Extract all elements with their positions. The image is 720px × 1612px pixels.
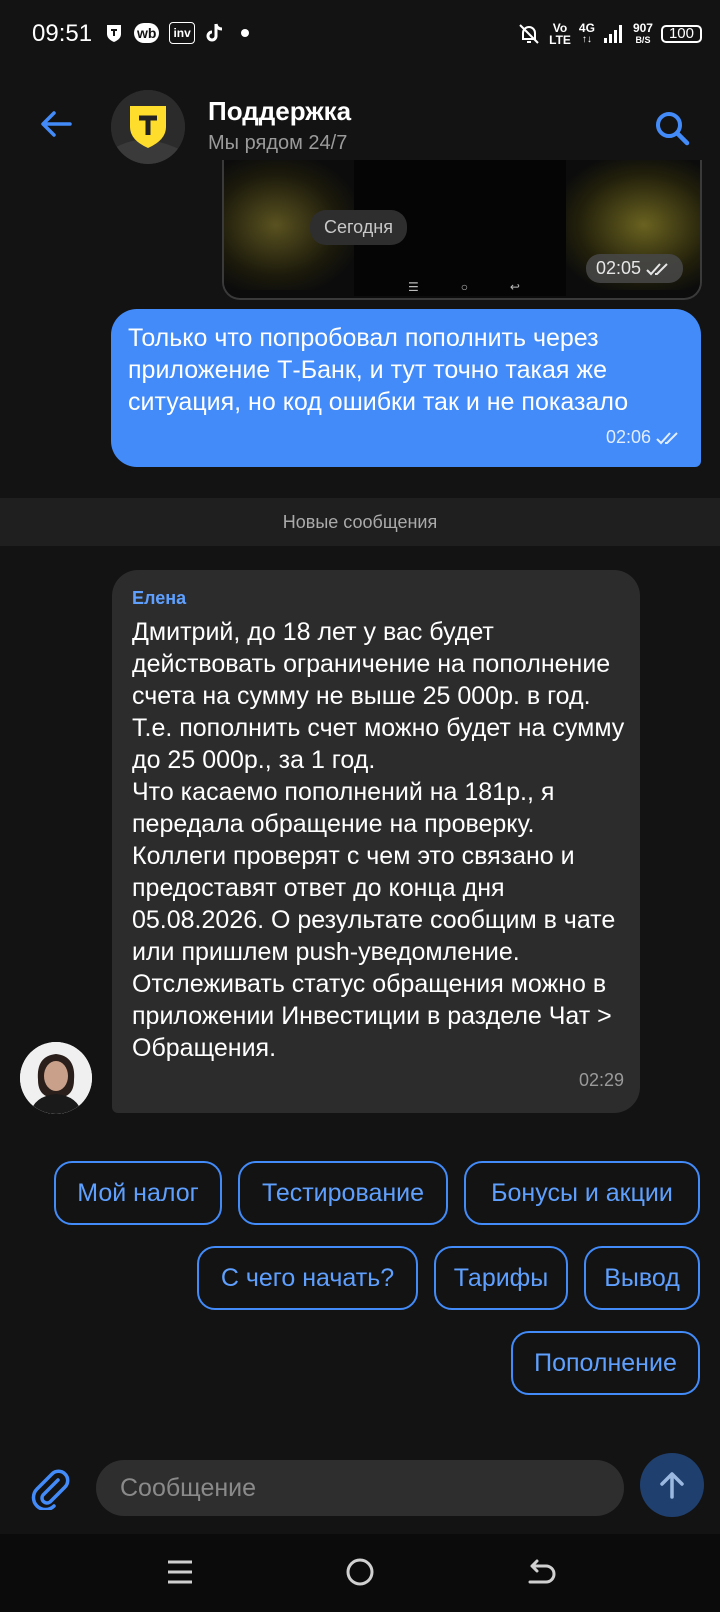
support-avatar[interactable]: [111, 90, 185, 164]
inv-app-icon: inv: [169, 22, 195, 44]
agent-photo: [20, 1042, 92, 1114]
chat-title: Поддержка: [208, 96, 352, 126]
outgoing-message-text: Только что попробовал пополнить через пр…: [128, 324, 629, 416]
image-message-time: 02:05: [586, 254, 684, 283]
notification-icons: wb inv: [104, 22, 249, 44]
network-speed: 907 B/S: [632, 21, 653, 45]
arrow-up-icon: [660, 1472, 684, 1499]
signal-icon: [603, 25, 622, 43]
status-time: 09:51: [32, 20, 93, 47]
new-messages-label: Новые сообщения: [282, 511, 438, 532]
message-sender: Елена: [132, 588, 187, 608]
message-input-placeholder: Сообщение: [120, 1473, 257, 1502]
quick-reply-bonuses[interactable]: Бонусы и акции: [464, 1161, 700, 1225]
outgoing-message[interactable]: Только что попробовал пополнить через пр…: [111, 309, 701, 467]
quick-reply-top-up[interactable]: Пополнение: [511, 1331, 700, 1395]
network-type: 4G ↑↓: [578, 21, 595, 45]
quick-reply-testing[interactable]: Тестирование: [238, 1161, 448, 1225]
volte-indicator: Vo LTE: [549, 21, 571, 47]
status-bar: 09:51 wb inv Vo LTE 4G ↑↓ 907 B/S 100: [0, 0, 720, 72]
incoming-message[interactable]: Елена Дмитрий, до 18 лет у вас будет дей…: [112, 570, 640, 1113]
double-check-icon: [646, 262, 668, 275]
agent-avatar[interactable]: [20, 1042, 92, 1114]
incoming-message-time: 02:29: [578, 1070, 624, 1090]
tiktok-icon: [206, 23, 222, 42]
tbank-logo-icon: [111, 90, 185, 164]
quick-reply-tariffs[interactable]: Тарифы: [434, 1246, 568, 1310]
search-icon[interactable]: [652, 108, 692, 148]
bell-off-icon: [519, 24, 539, 44]
quick-reply-withdraw[interactable]: Вывод: [584, 1246, 700, 1310]
thumbnail-nav-bar: ☰ ○ ↩: [408, 280, 520, 294]
shield-app-icon: [107, 25, 121, 42]
message-input[interactable]: Сообщение: [96, 1460, 624, 1516]
back-nav-icon[interactable]: [520, 1552, 560, 1592]
home-icon[interactable]: [340, 1552, 380, 1592]
double-check-icon: [656, 431, 678, 444]
quick-reply-getting-started[interactable]: С чего начать?: [197, 1246, 418, 1310]
system-navigation-bar: [0, 1534, 720, 1612]
paperclip-icon[interactable]: [28, 1466, 72, 1510]
outgoing-message-time: 02:06: [606, 427, 683, 448]
new-messages-divider: Новые сообщения: [0, 498, 720, 546]
incoming-message-text: Дмитрий, до 18 лет у вас будет действова…: [132, 618, 625, 1062]
date-divider-pill: Сегодня: [310, 210, 407, 245]
send-button[interactable]: [640, 1453, 704, 1517]
more-notifications-dot: [240, 29, 249, 37]
wb-app-icon: wb: [134, 23, 160, 43]
back-arrow-icon[interactable]: [36, 104, 76, 144]
battery-icon: 100: [660, 25, 702, 43]
recent-apps-icon[interactable]: [160, 1552, 200, 1592]
quick-reply-my-tax[interactable]: Мой налог: [54, 1161, 222, 1225]
system-indicators: Vo LTE 4G ↑↓ 907 B/S 100: [517, 22, 702, 46]
chat-subtitle: Мы рядом 24/7: [208, 132, 348, 154]
